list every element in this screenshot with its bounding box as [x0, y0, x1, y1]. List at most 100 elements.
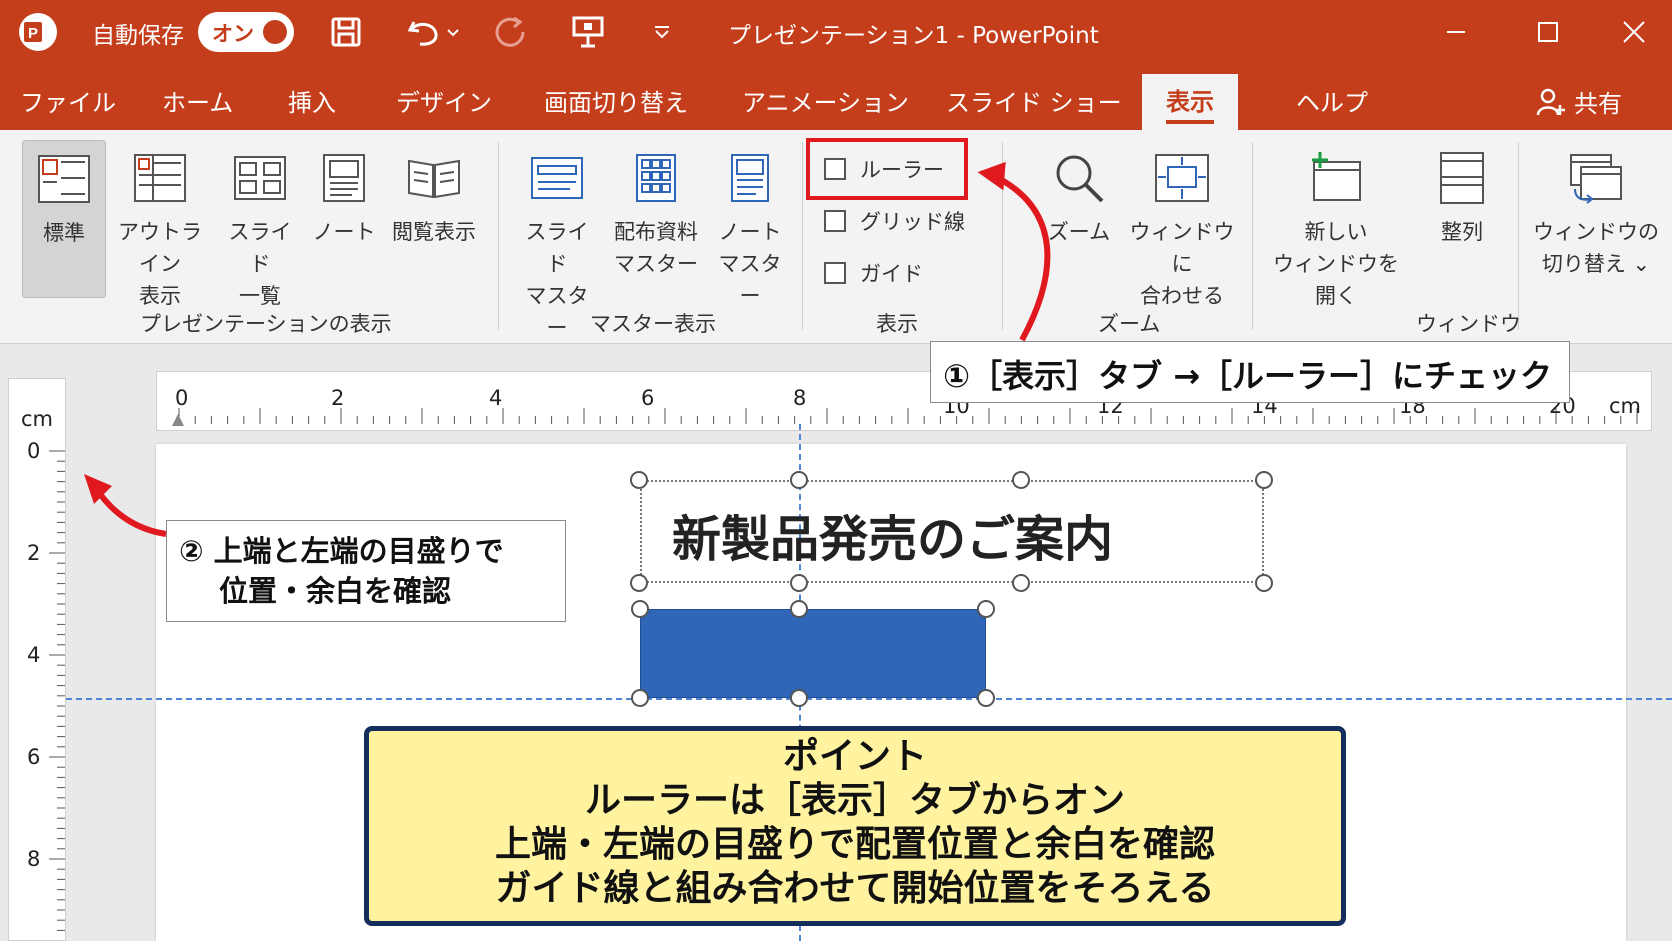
ribbon-separator	[1252, 142, 1253, 330]
tab-transitions[interactable]: 画面切り替え	[544, 83, 688, 118]
resize-handle[interactable]	[1255, 471, 1273, 489]
ruler-checkbox-highlight	[806, 138, 968, 200]
fit-to-window-icon	[1155, 154, 1209, 202]
slide-master-label-2: マスター	[525, 284, 589, 340]
vertical-ruler: cm 0 2 4 6 8	[8, 378, 66, 941]
new-window-button[interactable]: 新しい ウィンドウを開く	[1266, 140, 1406, 312]
gridlines-checkbox-box	[824, 210, 846, 232]
notes-page-button[interactable]: ノート	[312, 140, 376, 248]
active-tab-underline	[1166, 120, 1214, 124]
tab-design[interactable]: デザイン	[396, 83, 492, 118]
resize-handle[interactable]	[1012, 574, 1030, 592]
reading-view-button[interactable]: 閲覧表示	[384, 140, 484, 248]
resize-handle[interactable]	[977, 689, 995, 707]
group-label-zoom: ズーム	[1098, 312, 1161, 336]
switch-windows-icon	[1570, 154, 1622, 204]
resize-handle[interactable]	[790, 600, 808, 618]
switch-windows-label-2: 切り替え ⌄	[1541, 252, 1651, 276]
fit-to-window-button[interactable]: ウィンドウに 合わせる	[1126, 140, 1238, 312]
ruler-indent-marker[interactable]	[172, 414, 184, 426]
notes-master-label-2: マスター	[718, 252, 782, 308]
group-label-window: ウィンドウ	[1416, 312, 1521, 336]
slide-master-button[interactable]: スライド マスター	[516, 140, 598, 344]
autosave-toggle[interactable]: オン	[198, 12, 294, 52]
arrange-all-button[interactable]: 整列	[1426, 140, 1498, 248]
slide-sorter-button[interactable]: スライド 一覧	[222, 140, 298, 312]
ribbon-separator	[1002, 142, 1003, 330]
ribbon-separator	[1518, 142, 1519, 330]
resize-handle[interactable]	[790, 471, 808, 489]
notes-master-label-1: ノート	[718, 220, 782, 244]
present-icon[interactable]	[568, 12, 608, 52]
arrange-all-icon	[1440, 152, 1484, 204]
gridlines-checkbox[interactable]: グリッド線	[824, 206, 965, 236]
resize-handle[interactable]	[630, 574, 648, 592]
save-icon[interactable]	[326, 12, 366, 52]
notes-master-icon	[731, 154, 769, 202]
undo-icon[interactable]	[404, 12, 464, 52]
tab-help[interactable]: ヘルプ	[1296, 83, 1368, 118]
point-box: ポイント ルーラーは［表示］タブからオン 上端・左端の目盛りで配置位置と余白を確…	[364, 726, 1346, 926]
ruler-label-v2: 2	[27, 541, 41, 565]
share-label: 共有	[1574, 90, 1622, 118]
redo-icon[interactable]	[490, 12, 530, 52]
ruler-unit-v: cm	[21, 407, 54, 431]
switch-windows-button[interactable]: ウィンドウの 切り替え ⌄	[1530, 140, 1662, 280]
outline-view-icon	[134, 154, 186, 202]
group-label-presentation-views: プレゼンテーションの表示	[140, 312, 392, 336]
ribbon-separator	[498, 142, 499, 330]
autosave-label: 自動保存	[92, 23, 184, 49]
share-button[interactable]: 共有	[1536, 84, 1622, 119]
resize-handle[interactable]	[630, 471, 648, 489]
guides-checkbox[interactable]: ガイド	[824, 258, 923, 288]
slide-title[interactable]: 新製品発売のご案内	[672, 500, 1113, 571]
gridlines-checkbox-label: グリッド線	[860, 210, 965, 234]
ruler-label-h4: 4	[489, 386, 503, 410]
reading-view-label: 閲覧表示	[392, 220, 476, 244]
point-heading: ポイント	[782, 736, 927, 777]
blue-rectangle-shape[interactable]	[640, 609, 986, 698]
resize-handle[interactable]	[1255, 574, 1273, 592]
ruler-label-h2: 2	[331, 386, 345, 410]
tab-animations[interactable]: アニメーション	[742, 83, 909, 118]
handout-master-icon	[636, 154, 676, 202]
outline-view-button[interactable]: アウトライン 表示	[110, 140, 210, 312]
handout-master-button[interactable]: 配布資料 マスター	[610, 140, 702, 280]
tab-view[interactable]: 表示	[1142, 74, 1238, 130]
group-label-show: 表示	[876, 312, 918, 336]
ruler-label-v0: 0	[27, 439, 41, 463]
zoom-button[interactable]: ズーム	[1044, 140, 1114, 248]
group-label-master-views: マスター表示	[590, 312, 716, 336]
horizontal-guide[interactable]	[66, 698, 1672, 700]
magnifier-icon	[1056, 155, 1104, 203]
step2-line2: 位置・余白を確認	[219, 574, 452, 608]
tab-view-label: 表示	[1166, 88, 1214, 116]
outline-view-label-1: アウトライン	[118, 220, 202, 276]
handout-master-label-2: マスター	[614, 252, 698, 276]
normal-view-icon	[38, 155, 90, 203]
resize-handle[interactable]	[631, 689, 649, 707]
resize-handle[interactable]	[977, 600, 995, 618]
resize-handle[interactable]	[790, 574, 808, 592]
notes-page-label: ノート	[312, 220, 376, 244]
tab-slideshow[interactable]: スライド ショー	[946, 83, 1122, 118]
customize-qat-icon[interactable]	[650, 12, 674, 52]
menu-bar: ファイル ホーム 挿入 デザイン 画面切り替え アニメーション スライド ショー…	[0, 64, 1672, 130]
minimize-icon[interactable]	[1434, 10, 1478, 54]
close-icon[interactable]	[1612, 10, 1656, 54]
arrange-all-label: 整列	[1441, 220, 1483, 244]
resize-handle[interactable]	[1012, 471, 1030, 489]
maximize-icon[interactable]	[1526, 10, 1570, 54]
point-line-1: ルーラーは［表示］タブからオン	[584, 780, 1125, 821]
tab-home[interactable]: ホーム	[162, 83, 233, 118]
point-line-2: 上端・左端の目盛りで配置位置と余白を確認	[494, 824, 1215, 865]
resize-handle[interactable]	[631, 600, 649, 618]
toggle-knob	[263, 20, 287, 44]
window-title: プレゼンテーション1 - PowerPoint	[728, 23, 1099, 49]
slide-sorter-label-1: スライド	[228, 220, 292, 276]
normal-view-button[interactable]: 標準	[22, 140, 106, 298]
resize-handle[interactable]	[790, 689, 808, 707]
tab-insert[interactable]: 挿入	[288, 83, 336, 118]
notes-master-button[interactable]: ノート マスター	[712, 140, 788, 312]
tab-file[interactable]: ファイル	[20, 83, 116, 118]
